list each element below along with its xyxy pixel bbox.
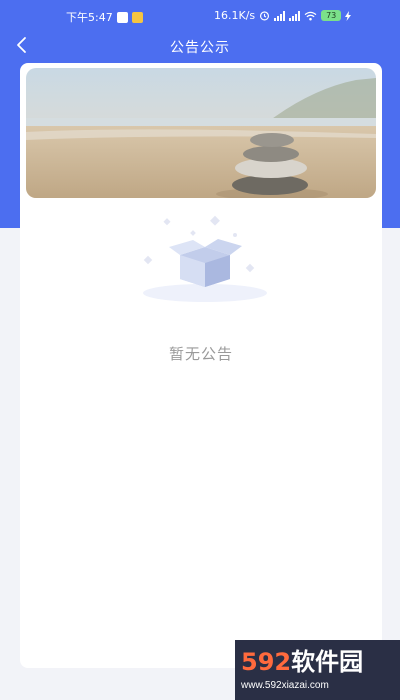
alarm-icon <box>260 11 270 21</box>
empty-box-icon <box>125 213 285 308</box>
watermark-brand-text: 软件园 <box>291 648 364 676</box>
status-right: 16.1K/s 73 <box>214 9 352 22</box>
nav-bar: 公告公示 <box>0 30 400 60</box>
status-bar: 下午5:47 16.1K/s 73 <box>0 0 400 30</box>
watermark-brand: 592软件园 <box>241 642 363 677</box>
watermark-logo: 592软件园 www.592xiazai.com <box>235 640 400 700</box>
cell-signal-2-icon <box>289 10 301 21</box>
stacked-stones-beach-image <box>26 68 376 198</box>
empty-message: 暂无公告 <box>168 345 233 363</box>
notification-gear-icon <box>116 11 128 23</box>
announcement-card: 暂无公告 <box>20 63 382 668</box>
network-speed: 16.1K/s <box>214 9 256 22</box>
watermark-brand-number: 592 <box>241 648 292 676</box>
cell-signal-icon <box>274 10 286 21</box>
charging-icon <box>345 10 352 21</box>
page-title: 公告公示 <box>170 40 230 56</box>
wifi-icon <box>304 11 317 20</box>
watermark-url: www.592xiazai.com <box>241 680 329 691</box>
banner-image <box>26 68 376 198</box>
status-left: 下午5:47 <box>66 9 143 25</box>
notification-message-icon <box>131 11 143 23</box>
status-time: 下午5:47 <box>66 11 113 24</box>
battery-icon: 73 <box>321 10 342 21</box>
